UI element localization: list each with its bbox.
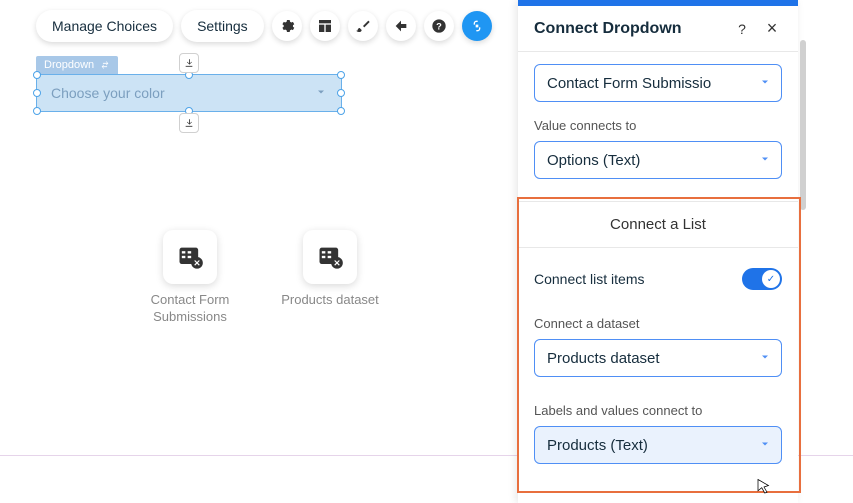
datasets-container: Contact Form Submissions Products datase… [140, 230, 380, 326]
dataset-icon [163, 230, 217, 284]
connect-panel: Connect Dropdown ? × Contact Form Submis… [518, 0, 798, 503]
toggle-knob: ✓ [762, 270, 780, 288]
dataset-label: Products dataset [281, 292, 379, 309]
chevron-down-icon [759, 75, 771, 92]
canvas-dropdown-element[interactable]: Dropdown Choose your color [36, 55, 342, 112]
help-icon[interactable]: ? [424, 11, 454, 41]
chevron-down-icon [759, 350, 771, 367]
brush-icon[interactable] [348, 11, 378, 41]
close-icon[interactable]: × [762, 18, 782, 39]
chevron-down-icon [759, 152, 771, 169]
connect-list-items-row: Connect list items ✓ [534, 268, 782, 290]
resize-handle[interactable] [33, 89, 41, 97]
resize-handle[interactable] [33, 107, 41, 115]
connect-dataset-select[interactable]: Products dataset [534, 339, 782, 377]
animation-icon[interactable] [386, 11, 416, 41]
connect-list-items-label: Connect list items [534, 271, 644, 287]
panel-title: Connect Dropdown [534, 20, 732, 38]
resize-handle[interactable] [337, 107, 345, 115]
labels-values-select[interactable]: Products (Text) [534, 426, 782, 464]
chevron-down-icon [315, 85, 327, 101]
manage-choices-button[interactable]: Manage Choices [36, 10, 173, 42]
dataset-select-value: Contact Form Submissio [547, 75, 711, 92]
labels-values-label: Labels and values connect to [534, 403, 782, 418]
layout-icon[interactable] [310, 11, 340, 41]
value-select[interactable]: Options (Text) [534, 141, 782, 179]
chevron-down-icon [759, 437, 771, 454]
value-connects-label: Value connects to [534, 118, 782, 133]
element-type-label: Dropdown [36, 56, 118, 74]
dataset-item[interactable]: Products dataset [280, 230, 380, 326]
connect-list-toggle[interactable]: ✓ [742, 268, 782, 290]
resize-handle[interactable] [337, 71, 345, 79]
connect-list-header: Connect a List [518, 201, 798, 248]
panel-body: Contact Form Submissio Value connects to… [518, 52, 798, 503]
dropdown-placeholder-box[interactable]: Choose your color [36, 74, 342, 112]
download-icon[interactable] [179, 53, 199, 73]
resize-handle[interactable] [33, 71, 41, 79]
toolbar: Manage Choices Settings ? [36, 10, 492, 42]
element-type-text: Dropdown [44, 59, 94, 71]
download-icon[interactable] [179, 113, 199, 133]
dropdown-placeholder-text: Choose your color [51, 85, 165, 101]
value-select-value: Options (Text) [547, 152, 640, 169]
labels-values-select-value: Products (Text) [547, 437, 648, 454]
dataset-item[interactable]: Contact Form Submissions [140, 230, 240, 326]
svg-text:?: ? [436, 21, 442, 31]
gear-icon[interactable] [272, 11, 302, 41]
panel-header: Connect Dropdown ? × [518, 6, 798, 52]
dataset-label: Contact Form Submissions [140, 292, 240, 326]
data-connect-icon[interactable] [462, 11, 492, 41]
connect-dataset-select-value: Products dataset [547, 350, 660, 367]
cursor-icon [755, 478, 773, 496]
connect-dataset-label: Connect a dataset [534, 316, 782, 331]
resize-handle[interactable] [337, 89, 345, 97]
dataset-select[interactable]: Contact Form Submissio [534, 64, 782, 102]
swap-icon [100, 60, 110, 70]
help-icon[interactable]: ? [732, 21, 752, 37]
settings-button[interactable]: Settings [181, 10, 264, 42]
dataset-icon [303, 230, 357, 284]
scrollbar[interactable] [800, 40, 806, 210]
